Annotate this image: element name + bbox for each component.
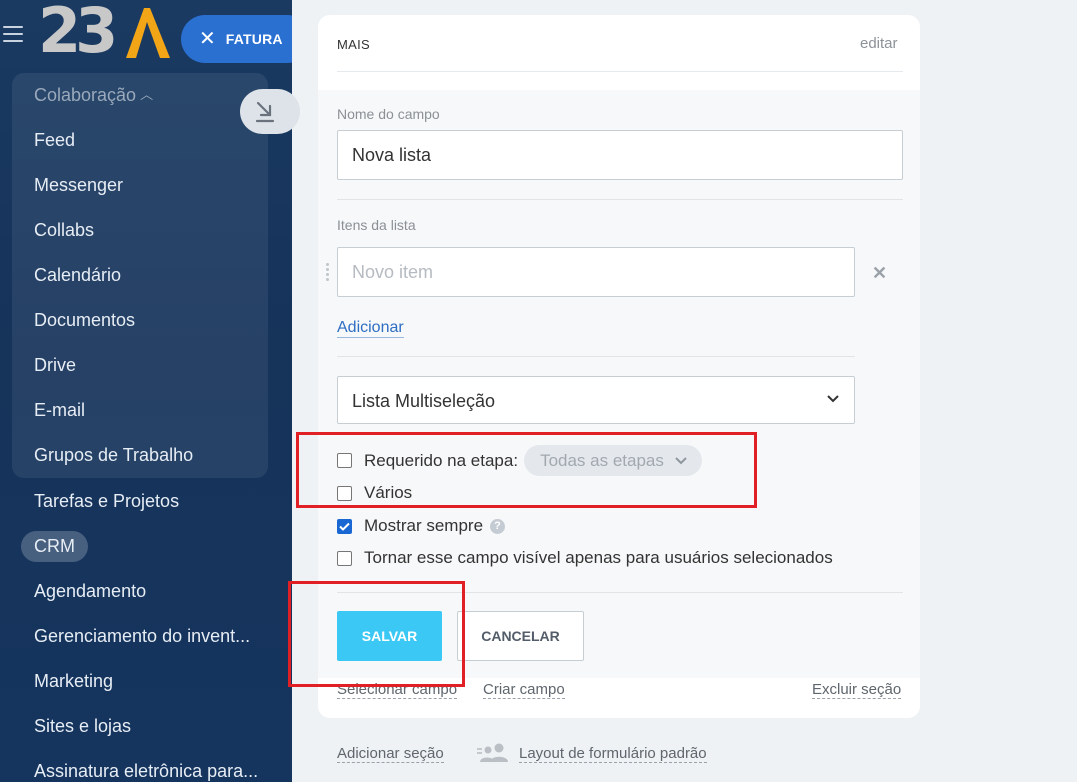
multiple-checkbox[interactable]: [337, 485, 352, 501]
always-show-label: Mostrar sempre: [364, 516, 484, 535]
section-title: MAIS: [337, 37, 370, 52]
close-icon: ✕: [199, 28, 216, 50]
divider: [337, 592, 903, 593]
divider: [337, 356, 855, 357]
logo-text: 23: [38, 0, 118, 67]
sidebar-item-crm[interactable]: CRM: [34, 536, 75, 557]
always-show-row: Mostrar sempre ?: [337, 516, 506, 536]
chevron-up-icon: ︿: [140, 87, 154, 102]
checkmark-icon: [339, 522, 350, 531]
always-show-checkbox[interactable]: [337, 518, 352, 534]
sidebar-item-workgroups[interactable]: Grupos de Trabalho: [34, 445, 193, 466]
header-divider: [337, 71, 903, 72]
help-icon[interactable]: ?: [490, 518, 506, 534]
sidebar-item-esignature[interactable]: Assinatura eletrônica para...: [34, 761, 258, 782]
logo-lambda-icon: [126, 8, 170, 58]
delete-section-link[interactable]: Excluir seção: [812, 681, 902, 699]
stage-select-value: Todas as etapas: [540, 450, 664, 470]
required-label: Requerido na etapa:: [364, 450, 519, 470]
visibility-label: Tornar esse campo visível apenas para us…: [364, 548, 833, 567]
invoice-button-label: FATURA: [225, 31, 283, 47]
select-field-link[interactable]: Selecionar campo: [337, 681, 458, 699]
add-section-link[interactable]: Adicionar seção: [337, 745, 444, 763]
sidebar-item-tasks[interactable]: Tarefas e Projetos: [34, 491, 179, 512]
sidebar-group-collaboration[interactable]: Colaboração ︿: [34, 85, 153, 106]
field-name-label: Nome do campo: [337, 106, 440, 122]
sidebar-item-inventory[interactable]: Gerenciamento do invent...: [34, 626, 250, 647]
required-checkbox[interactable]: [337, 453, 352, 468]
remove-item-icon[interactable]: ✕: [872, 263, 887, 284]
required-row: Requerido na etapa: Todas as etapas: [337, 445, 702, 476]
sidebar-item-collabs[interactable]: Collabs: [34, 220, 94, 241]
field-name-input[interactable]: [337, 130, 903, 180]
multiple-label: Vários: [364, 483, 413, 502]
group-title: Colaboração: [34, 85, 137, 105]
sidebar-item-messenger[interactable]: Messenger: [34, 175, 123, 196]
chevron-down-icon: [827, 395, 839, 403]
collapse-arrow-icon: [255, 101, 275, 122]
menu-icon[interactable]: [3, 26, 23, 42]
divider: [337, 199, 903, 200]
sidebar-item-sites[interactable]: Sites e lojas: [34, 716, 131, 737]
list-items-label: Itens da lista: [337, 217, 416, 233]
sidebar-item-booking[interactable]: Agendamento: [34, 581, 146, 602]
sidebar-item-documents[interactable]: Documentos: [34, 310, 135, 331]
save-button[interactable]: SALVAR: [337, 611, 442, 661]
sidebar-item-marketing[interactable]: Marketing: [34, 671, 113, 692]
drag-handle-icon[interactable]: [326, 263, 334, 283]
add-item-link[interactable]: Adicionar: [337, 319, 404, 338]
visibility-row: Tornar esse campo visível apenas para us…: [337, 548, 833, 568]
invoice-button[interactable]: ✕ FATURA: [181, 15, 292, 63]
sidebar-item-email[interactable]: E-mail: [34, 400, 85, 421]
create-field-link[interactable]: Criar campo: [483, 681, 565, 699]
users-icon: [477, 743, 508, 762]
sidebar-item-drive[interactable]: Drive: [34, 355, 76, 376]
list-item-input[interactable]: [337, 247, 855, 297]
default-layout-link[interactable]: Layout de formulário padrão: [519, 745, 707, 763]
edit-section-link[interactable]: editar: [860, 35, 898, 52]
visibility-checkbox[interactable]: [337, 550, 352, 566]
stage-select[interactable]: Todas as etapas: [524, 445, 702, 476]
logo[interactable]: 23: [38, 0, 178, 66]
sidebar-item-calendar[interactable]: Calendário: [34, 265, 121, 286]
cancel-button[interactable]: CANCELAR: [457, 611, 584, 661]
collapse-sidebar-button[interactable]: [240, 89, 300, 134]
chevron-down-icon: [675, 456, 687, 464]
multiple-row: Vários: [337, 483, 412, 503]
field-type-value: Lista Multiseleção: [352, 391, 496, 411]
field-type-select[interactable]: Lista Multiseleção: [337, 376, 855, 424]
sidebar-item-feed[interactable]: Feed: [34, 130, 75, 151]
